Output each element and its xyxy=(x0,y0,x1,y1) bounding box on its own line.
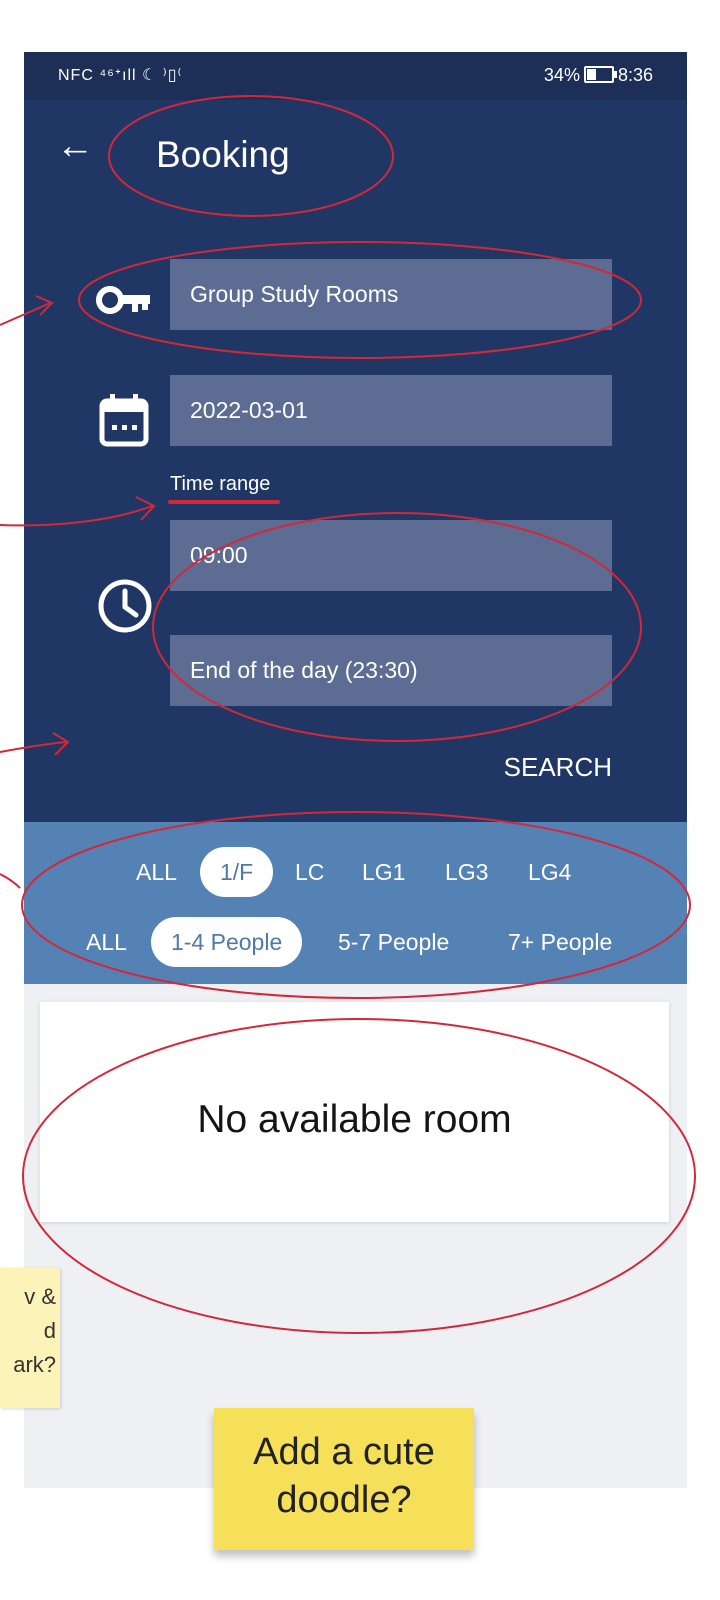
annotation-arrow-2 xyxy=(0,505,153,527)
annotation-overlay xyxy=(0,95,696,1334)
annotation-ellipse-facility xyxy=(78,241,642,359)
annotation-ellipse-time xyxy=(152,512,642,742)
annotation-arrow-1 xyxy=(0,302,51,326)
annotation-ellipse-title xyxy=(108,95,394,217)
annotation-arrow-3 xyxy=(0,741,67,753)
annotation-ellipse-results xyxy=(22,1018,696,1334)
annotation-arrow-4 xyxy=(0,873,21,889)
annotation-ellipse-filters xyxy=(21,811,691,999)
